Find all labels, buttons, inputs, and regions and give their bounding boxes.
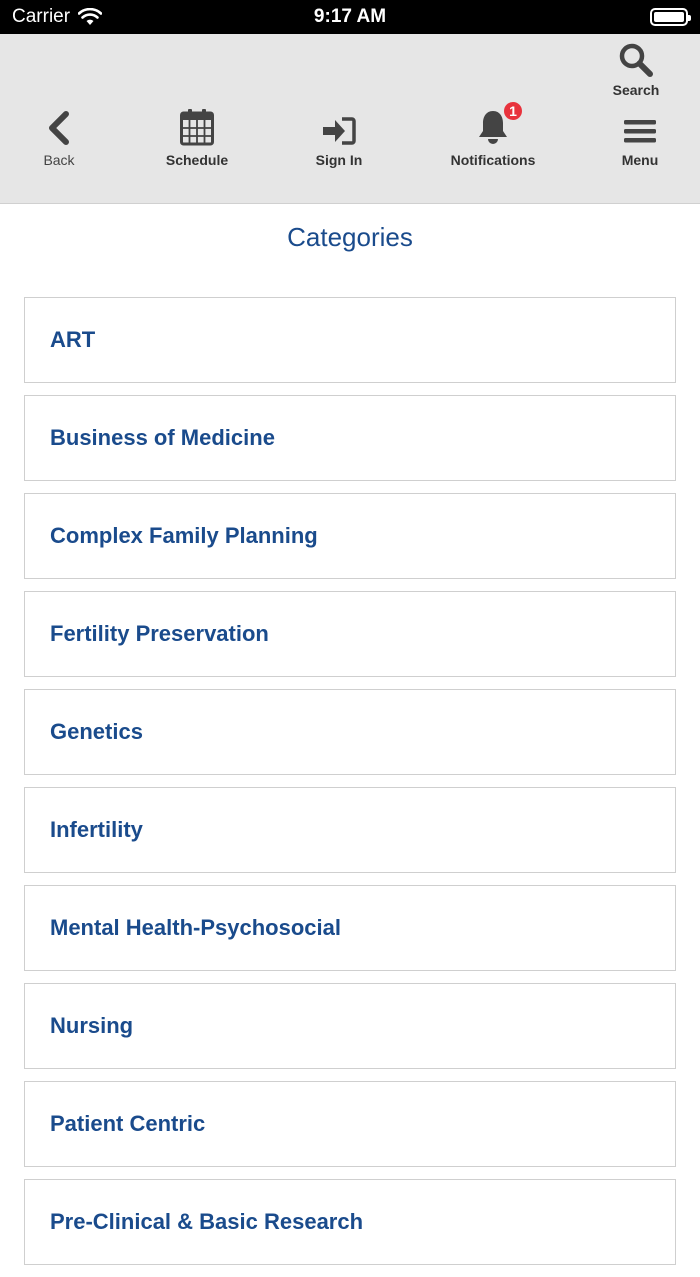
search-button[interactable]: Search (608, 42, 664, 98)
sign-in-icon (323, 117, 356, 145)
notification-count-badge: 1 (502, 100, 524, 122)
category-item-nursing[interactable]: Nursing (24, 983, 676, 1069)
hamburger-menu-icon (624, 120, 656, 143)
category-item-fertility-preservation[interactable]: Fertility Preservation (24, 591, 676, 677)
category-item-complex-family-planning[interactable]: Complex Family Planning (24, 493, 676, 579)
category-item-infertility[interactable]: Infertility (24, 787, 676, 873)
category-item-art[interactable]: ART (24, 297, 676, 383)
carrier-label: Carrier (12, 6, 71, 27)
sign-in-label: Sign In (315, 152, 363, 168)
toolbar: Search Back Schedule Sign In 1 Notificat… (0, 34, 700, 204)
category-item-genetics[interactable]: Genetics (24, 689, 676, 775)
back-label: Back (43, 152, 75, 168)
sign-in-icon-wrap (322, 108, 356, 146)
search-icon (619, 43, 653, 77)
wifi-icon (78, 8, 103, 25)
battery-level (654, 12, 684, 22)
notifications-label: Notifications (450, 152, 536, 168)
menu-icon-wrap (623, 108, 657, 146)
sign-in-button[interactable]: Sign In (303, 108, 375, 168)
back-icon-wrap (46, 108, 72, 146)
status-bar: Carrier 9:17 AM (0, 0, 700, 34)
notifications-button[interactable]: 1 Notifications (447, 100, 539, 168)
schedule-icon-wrap (180, 108, 214, 146)
menu-label: Menu (621, 152, 659, 168)
category-item-mental-health-psychosocial[interactable]: Mental Health-Psychosocial (24, 885, 676, 971)
search-icon-wrap (618, 42, 654, 78)
menu-button[interactable]: Menu (612, 108, 668, 168)
category-item-patient-centric[interactable]: Patient Centric (24, 1081, 676, 1167)
back-chevron-icon (49, 111, 69, 145)
status-left: Carrier (12, 6, 103, 28)
calendar-icon (180, 109, 214, 146)
category-list: ART Business of Medicine Complex Family … (24, 297, 676, 1277)
category-item-business-of-medicine[interactable]: Business of Medicine (24, 395, 676, 481)
category-item-pre-clinical-basic-research[interactable]: Pre-Clinical & Basic Research (24, 1179, 676, 1265)
page-title: Categories (287, 222, 413, 252)
schedule-label: Schedule (165, 152, 229, 168)
search-label: Search (612, 82, 660, 98)
status-time: 9:17 AM (313, 6, 387, 27)
battery-icon (650, 8, 691, 26)
notifications-icon-wrap: 1 (476, 100, 524, 146)
back-button[interactable]: Back (30, 108, 88, 168)
schedule-button[interactable]: Schedule (156, 108, 238, 168)
